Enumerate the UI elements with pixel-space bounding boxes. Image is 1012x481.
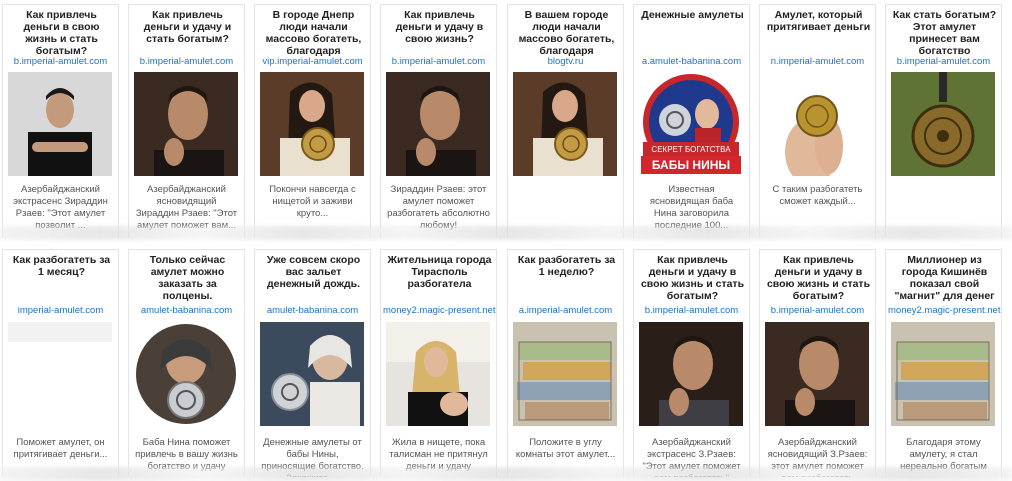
ad-description: Положите в углу комнаты этот амулет... bbox=[515, 437, 616, 460]
ad-title[interactable]: Как привлечь деньги и удачу в свою жизнь… bbox=[640, 254, 745, 302]
ad-thumbnail[interactable] bbox=[386, 322, 490, 426]
ad-description: С таким разбогатеть сможет каждый... bbox=[772, 184, 863, 207]
ad-domain-link[interactable]: b.imperial-amulet.com bbox=[383, 56, 494, 67]
ad-title[interactable]: Денежные амулеты bbox=[640, 9, 745, 21]
ad-title[interactable]: В городе Днепр люди начали массово богат… bbox=[261, 9, 366, 57]
ad-thumbnail[interactable] bbox=[639, 322, 743, 426]
ad-thumbnail[interactable] bbox=[513, 72, 617, 176]
ad-card[interactable]: Только сейчас амулет можно заказать за п… bbox=[128, 249, 245, 477]
ad-description: Азербайджанский экстрасенс Зираддин Рзае… bbox=[13, 184, 108, 231]
ad-thumbnail[interactable]: СЕКРЕТ БОГАТСТВА БАБЫ НИНЫ bbox=[639, 72, 743, 176]
ad-title[interactable]: Жительница города Тирасполь разбогатела bbox=[387, 254, 492, 290]
ad-card[interactable]: Амулет, который притягивает деньги n.imp… bbox=[759, 4, 876, 238]
ad-thumbnail[interactable] bbox=[891, 72, 995, 176]
ad-card[interactable]: Как привлечь деньги в свою жизнь и стать… bbox=[2, 4, 119, 238]
ad-domain-link[interactable]: money2.magic-present.net bbox=[383, 305, 495, 316]
ad-title[interactable]: Как привлечь деньги в свою жизнь и стать… bbox=[9, 9, 114, 57]
ad-thumbnail[interactable] bbox=[8, 72, 112, 176]
ad-title[interactable]: Уже совсем скоро вас зальет денежный дож… bbox=[261, 254, 366, 290]
ad-card[interactable]: Как разбогатеть за 1 неделю? a.imperial-… bbox=[507, 249, 624, 477]
ad-card[interactable]: Как привлечь деньги и удачу в свою жизнь… bbox=[633, 249, 750, 477]
ad-card[interactable]: Миллионер из города Кишинёв показал свой… bbox=[885, 249, 1002, 477]
ad-domain-link[interactable]: b.imperial-amulet.com bbox=[5, 56, 116, 67]
ad-row-2: Как разбогатеть за 1 месяц? imperial-amu… bbox=[0, 246, 1012, 477]
ad-domain-link[interactable]: amulet-babanina.com bbox=[131, 305, 242, 316]
ad-card[interactable]: Как стать богатым? Этот амулет принесет … bbox=[885, 4, 1002, 238]
badge-bottom-text: БАБЫ НИНЫ bbox=[652, 158, 730, 172]
ad-description: Покончи навсегда с нищетой и заживи крут… bbox=[269, 184, 356, 219]
ad-title[interactable]: Как привлечь деньги и удачу в свою жизнь… bbox=[387, 9, 492, 45]
ad-domain-link[interactable]: b.imperial-amulet.com bbox=[888, 56, 999, 67]
ad-domain-link[interactable]: amulet-babanina.com bbox=[257, 305, 368, 316]
blurred-footer-row-1 bbox=[0, 226, 1012, 240]
ad-description: Известная ясновидящая баба Нина заговори… bbox=[649, 184, 734, 231]
ad-domain-link[interactable]: vip.imperial-amulet.com bbox=[257, 56, 368, 67]
ad-card[interactable]: Как разбогатеть за 1 месяц? imperial-amu… bbox=[2, 249, 119, 477]
ad-description: Поможет амулет, он притягивает деньги... bbox=[13, 437, 108, 460]
ad-description: Азербайджанский ясновидящий Зираддин Рза… bbox=[135, 184, 238, 231]
blurred-footer-row-2 bbox=[0, 467, 1012, 481]
ad-domain-link[interactable]: n.imperial-amulet.com bbox=[762, 56, 873, 67]
ad-title[interactable]: Как разбогатеть за 1 неделю? bbox=[514, 254, 619, 278]
ad-thumbnail[interactable] bbox=[260, 322, 364, 426]
ad-title[interactable]: Как привлечь деньги и удачу в свою жизнь… bbox=[766, 254, 871, 302]
ad-thumbnail[interactable] bbox=[134, 72, 238, 176]
ad-thumbnail[interactable] bbox=[134, 322, 238, 426]
ad-thumbnail[interactable] bbox=[8, 322, 112, 426]
ad-domain-link[interactable]: b.imperial-amulet.com bbox=[131, 56, 242, 67]
ad-domain-link[interactable]: b.imperial-amulet.com bbox=[762, 305, 873, 316]
ad-card[interactable]: Как привлечь деньги и удачу и стать бога… bbox=[128, 4, 245, 238]
ad-description: Зираддин Рзаев: этот амулет поможет разб… bbox=[387, 184, 490, 231]
badge-top-text: СЕКРЕТ БОГАТСТВА bbox=[651, 145, 731, 154]
ad-card[interactable]: Как привлечь деньги и удачу в свою жизнь… bbox=[380, 4, 497, 238]
ad-title[interactable]: Как привлечь деньги и удачу и стать бога… bbox=[135, 9, 240, 45]
ad-row-1: Как привлечь деньги в свою жизнь и стать… bbox=[0, 0, 1012, 238]
ad-thumbnail[interactable] bbox=[260, 72, 364, 176]
ad-thumbnail[interactable] bbox=[765, 322, 869, 426]
ad-thumbnail[interactable] bbox=[513, 322, 617, 426]
ad-title[interactable]: В вашем городе люди начали массово богат… bbox=[514, 9, 619, 57]
ad-title[interactable]: Как разбогатеть за 1 месяц? bbox=[9, 254, 114, 278]
ad-domain-link[interactable]: b.imperial-amulet.com bbox=[636, 305, 747, 316]
ad-domain-link[interactable]: a.imperial-amulet.com bbox=[510, 305, 621, 316]
ad-card[interactable]: Как привлечь деньги и удачу в свою жизнь… bbox=[759, 249, 876, 477]
ad-card[interactable]: В городе Днепр люди начали массово богат… bbox=[254, 4, 371, 238]
ad-domain-link[interactable]: a.amulet-babanina.com bbox=[636, 56, 747, 67]
ad-title[interactable]: Амулет, который притягивает деньги bbox=[766, 9, 871, 33]
ad-thumbnail[interactable] bbox=[891, 322, 995, 426]
ad-title[interactable]: Только сейчас амулет можно заказать за п… bbox=[135, 254, 240, 302]
ad-domain-link[interactable]: money2.magic-present.net bbox=[888, 305, 1000, 316]
ad-card[interactable]: Жительница города Тирасполь разбогатела … bbox=[380, 249, 497, 477]
ad-thumbnail[interactable] bbox=[765, 72, 869, 176]
ad-card[interactable]: Денежные амулеты a.amulet-babanina.com С… bbox=[633, 4, 750, 238]
ad-title[interactable]: Как стать богатым? Этот амулет принесет … bbox=[892, 9, 997, 57]
ad-title[interactable]: Миллионер из города Кишинёв показал свой… bbox=[892, 254, 997, 302]
ad-thumbnail[interactable] bbox=[386, 72, 490, 176]
ad-card[interactable]: Уже совсем скоро вас зальет денежный дож… bbox=[254, 249, 371, 477]
ad-card[interactable]: В вашем городе люди начали массово богат… bbox=[507, 4, 624, 238]
ad-domain-link[interactable]: imperial-amulet.com bbox=[5, 305, 116, 316]
ad-grid: Как привлечь деньги в свою жизнь и стать… bbox=[0, 0, 1012, 481]
ad-domain-link[interactable]: blogtv.ru bbox=[510, 56, 621, 67]
